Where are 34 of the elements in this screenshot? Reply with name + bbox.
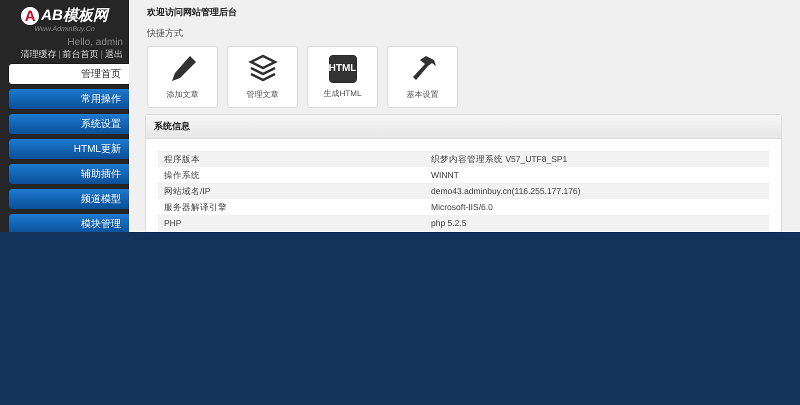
table-cell: demo43.adminbuy.cn(116.255.177.176) [431, 184, 580, 198]
header-link[interactable]: 退出 [105, 49, 123, 60]
header-link[interactable]: 清理缓存 [20, 49, 56, 60]
table-cell: 织梦内容管理系统 V57_UTF8_SP1 [431, 152, 568, 166]
logo-text: AB模板网 [41, 6, 108, 26]
shortcut-tile[interactable]: 管理文章 [227, 46, 298, 108]
shortcut-tile[interactable]: HTML 生成HTML [307, 46, 378, 108]
sidebar-menu-item[interactable]: 频道模型 [9, 189, 129, 209]
sidebar-menu-item[interactable]: 常用操作 [9, 89, 129, 109]
table-cell: Microsoft-IIS/6.0 [431, 200, 493, 214]
shortcut-tile[interactable]: 添加文章 [147, 46, 218, 108]
table-cell-text: 服务器解译引擎 [163, 200, 228, 214]
sidebar-menu-item[interactable]: 管理首页 [9, 64, 129, 84]
sidebar-menu-item[interactable]: HTML更新 [9, 139, 129, 159]
header-link[interactable]: 前台首页 [62, 49, 99, 60]
table-cell-text: PHP [163, 216, 182, 230]
separator: | [100, 49, 103, 60]
shortcut-tile[interactable]: 基本设置 [387, 46, 458, 108]
sidebar-menu-item[interactable]: 系统设置 [9, 114, 129, 134]
separator: | [58, 49, 61, 60]
table-cell-text: 程序版本 [163, 152, 201, 166]
section-label: 快捷方式 [147, 26, 184, 40]
table-cell-text: 网站域名/IP [163, 184, 212, 198]
panel-header: 系统信息 [146, 115, 781, 139]
stacked-papers-icon [246, 54, 278, 84]
html-icon: HTML [328, 54, 356, 82]
table-cell-text: 操作系统 [163, 168, 201, 182]
greeting: Hello, admin [67, 37, 124, 49]
sidebar-menu-item[interactable]: 辅助插件 [9, 164, 129, 184]
table-cell: WINNT [431, 168, 459, 182]
table-cell: php 5.2.5 [431, 216, 466, 230]
page-title: 欢迎访问网站管理后台 [147, 6, 238, 19]
logo-icon: A [21, 7, 40, 25]
sidebar-menu-item[interactable]: 模块管理 [9, 214, 129, 232]
